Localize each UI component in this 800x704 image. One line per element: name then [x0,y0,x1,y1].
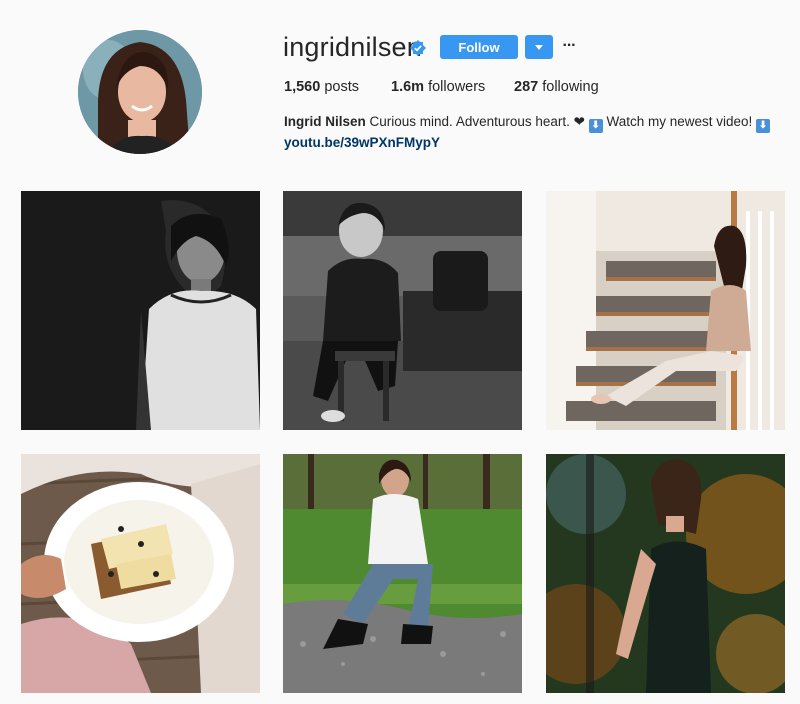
profile-username: ingridnilsen [283,32,422,62]
heart-icon: ❤ [573,114,585,129]
post-image [546,191,785,430]
profile-avatar[interactable] [78,30,202,154]
avatar-image [78,30,202,154]
post-image [546,454,785,693]
suggestions-dropdown-button[interactable] [525,35,553,59]
post-thumbnail[interactable] [546,454,785,693]
post-thumbnail[interactable] [21,191,260,430]
posts-stat: 1,560 posts [284,79,359,95]
post-thumbnail[interactable] [21,454,260,693]
profile-bio: Ingrid Nilsen Curious mind. Adventurous … [284,112,794,153]
post-image [283,454,522,693]
post-image [21,191,260,430]
post-thumbnail[interactable] [283,191,522,430]
post-image [283,191,522,430]
bio-watch-text: Watch my newest video! [606,114,753,129]
down-arrow-emoji-icon: ⬇ [756,119,771,133]
following-stat[interactable]: 287 following [514,79,599,95]
following-count: 287 [514,79,539,95]
bio-text: Curious mind. Adventurous heart. [369,114,570,129]
more-options-button[interactable]: ··· [558,37,580,57]
followers-count: 1.6m [391,79,425,95]
post-thumbnail[interactable] [283,454,522,693]
post-image [21,454,260,693]
verified-badge-icon [410,40,426,56]
chevron-down-icon [535,44,543,50]
bio-link[interactable]: youtu.be/39wPXnFMypY [284,133,794,153]
down-arrow-emoji-icon: ⬇ [588,119,603,133]
posts-label: posts [324,79,359,95]
followers-stat[interactable]: 1.6m followers [391,79,485,95]
bio-full-name: Ingrid Nilsen [284,114,366,129]
posts-count: 1,560 [284,79,321,95]
follow-button[interactable]: Follow [440,35,518,59]
post-thumbnail[interactable] [546,191,785,430]
following-label: following [542,79,599,95]
followers-label: followers [428,79,486,95]
